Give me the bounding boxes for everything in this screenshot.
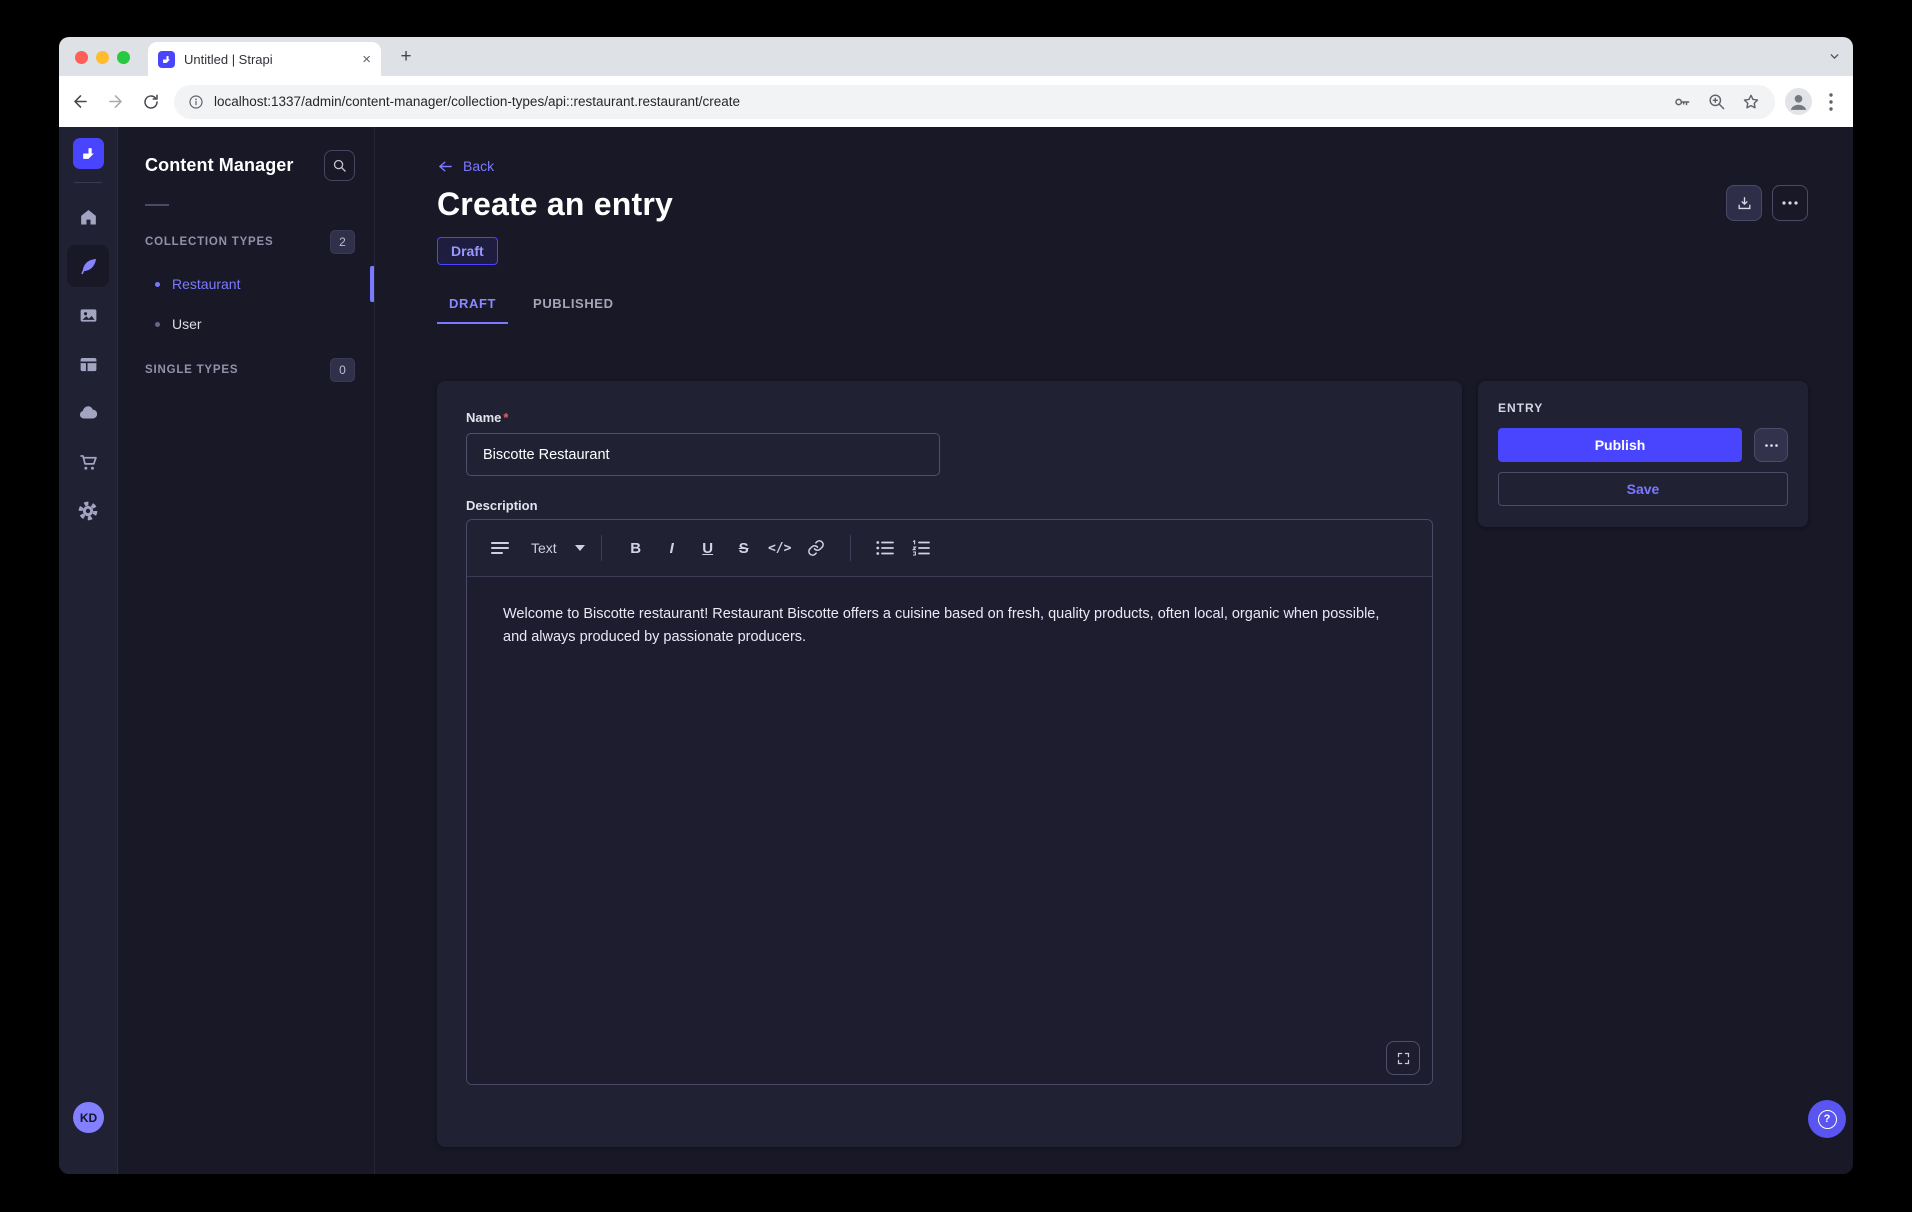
- close-tab-button[interactable]: ×: [362, 52, 371, 67]
- export-button[interactable]: [1726, 185, 1762, 221]
- new-tab-button[interactable]: +: [395, 46, 417, 68]
- zoom-window-button[interactable]: [117, 51, 130, 64]
- back-label: Back: [463, 158, 494, 174]
- italic-button[interactable]: I: [654, 533, 690, 563]
- tab-strip: Untitled | Strapi × +: [59, 37, 1853, 76]
- toolbar-separator: [850, 535, 851, 561]
- toolbar-separator: [601, 535, 602, 561]
- help-button[interactable]: ?: [1808, 1100, 1846, 1138]
- back-icon[interactable]: [63, 84, 98, 119]
- numbered-list-icon[interactable]: [903, 533, 939, 563]
- forward-icon[interactable]: [98, 84, 133, 119]
- save-button[interactable]: Save: [1498, 472, 1788, 506]
- strapi-favicon: [158, 51, 175, 68]
- panel-divider: [145, 204, 169, 206]
- marketplace-icon[interactable]: [67, 441, 109, 483]
- back-arrow-icon: [437, 158, 454, 175]
- code-button[interactable]: </>: [762, 533, 798, 563]
- sidebar-item-user[interactable]: User: [118, 314, 374, 334]
- browser-toolbar: localhost:1337/admin/content-manager/col…: [59, 76, 1853, 127]
- collection-types-section: COLLECTION TYPES 2: [145, 230, 355, 254]
- info-icon[interactable]: [188, 94, 204, 110]
- collection-types-count-badge: 2: [330, 230, 355, 254]
- sidebar-item-label: Restaurant: [172, 276, 240, 292]
- dropdown-caret-icon[interactable]: [575, 545, 585, 551]
- content-manager-panel: Content Manager COLLECTION TYPES 2 Resta…: [118, 127, 375, 1174]
- nav-rail: KD: [59, 127, 118, 1174]
- content-manager-icon[interactable]: [67, 245, 109, 287]
- user-avatar[interactable]: KD: [73, 1102, 104, 1133]
- zoom-icon[interactable]: [1707, 92, 1726, 111]
- profile-icon[interactable]: [1785, 88, 1812, 115]
- bold-button[interactable]: B: [618, 533, 654, 563]
- star-icon[interactable]: [1741, 92, 1761, 112]
- cloud-icon[interactable]: [67, 392, 109, 434]
- reload-icon[interactable]: [133, 84, 168, 119]
- required-mark: *: [503, 410, 508, 425]
- home-icon[interactable]: [67, 196, 109, 238]
- description-text: Welcome to Biscotte restaurant! Restaura…: [503, 606, 1379, 645]
- settings-icon[interactable]: [67, 490, 109, 532]
- entry-more-button[interactable]: [1754, 428, 1788, 462]
- text-style-icon[interactable]: [491, 541, 509, 555]
- strikethrough-button[interactable]: S: [726, 533, 762, 563]
- traffic-lights: [75, 51, 130, 64]
- publish-button[interactable]: Publish: [1498, 428, 1742, 462]
- close-window-button[interactable]: [75, 51, 88, 64]
- single-types-label: SINGLE TYPES: [145, 364, 238, 376]
- entry-form-card: Name* Description Text: [437, 381, 1462, 1147]
- bullet-list-icon[interactable]: [867, 533, 903, 563]
- editor-toolbar: Text B I U S </>: [467, 520, 1432, 577]
- more-options-button[interactable]: [1772, 185, 1808, 221]
- description-label: Description: [466, 498, 1433, 513]
- rail-divider: [74, 182, 102, 183]
- single-types-section: SINGLE TYPES 0: [145, 358, 355, 382]
- active-indicator: [370, 266, 374, 302]
- key-icon[interactable]: [1672, 92, 1692, 112]
- entry-panel-title: ENTRY: [1498, 401, 1788, 415]
- name-label: Name*: [466, 410, 1433, 425]
- media-library-icon[interactable]: [67, 294, 109, 336]
- tab-draft[interactable]: DRAFT: [437, 296, 508, 324]
- sidebar-item-label: User: [172, 316, 202, 332]
- panel-title: Content Manager: [145, 155, 294, 176]
- entry-sidebar-card: ENTRY Publish Save: [1478, 381, 1808, 527]
- tab-title: Untitled | Strapi: [184, 52, 353, 67]
- block-type-select[interactable]: Text: [531, 540, 557, 556]
- collection-types-label: COLLECTION TYPES: [145, 236, 273, 248]
- single-types-count-badge: 0: [330, 358, 355, 382]
- underline-button[interactable]: U: [690, 533, 726, 563]
- url-bar[interactable]: localhost:1337/admin/content-manager/col…: [174, 85, 1775, 119]
- url-text[interactable]: localhost:1337/admin/content-manager/col…: [214, 94, 1657, 109]
- search-icon[interactable]: [324, 150, 355, 181]
- bullet-icon: [155, 322, 160, 327]
- browser-window: Untitled | Strapi × + localhost:1337/adm…: [59, 37, 1853, 1174]
- main-content: Back Create an entry Draft DRAFT PUBLISH…: [375, 127, 1853, 1174]
- version-tabs: DRAFT PUBLISHED: [437, 296, 1808, 324]
- name-field[interactable]: [466, 433, 940, 476]
- browser-tab[interactable]: Untitled | Strapi ×: [148, 42, 381, 76]
- bullet-icon: [155, 282, 160, 287]
- status-badge: Draft: [437, 237, 498, 265]
- description-field[interactable]: Welcome to Biscotte restaurant! Restaura…: [467, 577, 1432, 1084]
- page-title: Create an entry: [437, 186, 1808, 223]
- link-icon[interactable]: [798, 533, 834, 563]
- sidebar-item-restaurant[interactable]: Restaurant: [118, 274, 374, 294]
- menu-dots-icon[interactable]: [1821, 93, 1841, 111]
- tab-published[interactable]: PUBLISHED: [521, 296, 626, 324]
- back-link[interactable]: Back: [437, 127, 1808, 176]
- strapi-logo[interactable]: [73, 138, 104, 169]
- tab-search-chevron-icon[interactable]: [1828, 50, 1841, 63]
- content-type-builder-icon[interactable]: [67, 343, 109, 385]
- strapi-app: KD Content Manager COLLECTION TYPES 2 Re…: [59, 127, 1853, 1174]
- minimize-window-button[interactable]: [96, 51, 109, 64]
- rich-text-editor: Text B I U S </>: [466, 519, 1433, 1085]
- expand-icon[interactable]: [1386, 1041, 1420, 1075]
- question-icon: ?: [1818, 1110, 1837, 1129]
